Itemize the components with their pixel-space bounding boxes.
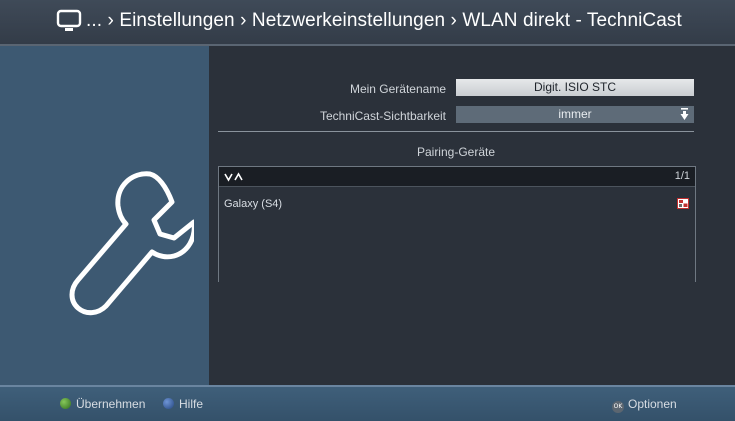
breadcrumb: ... › Einstellungen › Netzwerkeinstellun… — [86, 10, 682, 31]
header-bar: ... › Einstellungen › Netzwerkeinstellun… — [0, 0, 735, 46]
device-name-field[interactable]: Digit. ISIO STC — [456, 79, 694, 96]
pairing-devices-list: 1/1 Galaxy (S4) — [218, 166, 696, 282]
list-item[interactable]: Galaxy (S4) — [219, 194, 695, 214]
blue-key-icon — [163, 398, 174, 409]
page-count: 1/1 — [674, 170, 690, 182]
visibility-label: TechniCast-Sichtbarkeit — [319, 109, 446, 123]
apply-label: Übernehmen — [76, 397, 146, 411]
sort-arrows-icon — [224, 172, 243, 182]
list-item-label: Galaxy (S4) — [224, 198, 283, 210]
device-name-label: Mein Gerätename — [349, 82, 446, 96]
apply-button[interactable]: Übernehmen — [60, 397, 145, 411]
footer-bar: Übernehmen Hilfe OK Optionen — [0, 385, 735, 421]
divider — [218, 131, 694, 132]
pairing-devices-title: Pairing-Geräte — [416, 145, 496, 159]
options-button[interactable]: OK Optionen — [612, 397, 677, 413]
visibility-select[interactable]: immer — [456, 106, 694, 123]
dropdown-arrow-icon — [680, 108, 689, 120]
help-label: Hilfe — [179, 397, 204, 411]
green-key-icon — [60, 398, 71, 409]
list-header: 1/1 — [219, 167, 695, 187]
sidebar-panel — [0, 46, 209, 385]
visibility-value: immer — [558, 107, 592, 121]
help-button[interactable]: Hilfe — [163, 397, 203, 411]
device-icon — [677, 198, 689, 209]
ok-key-icon: OK — [612, 401, 624, 413]
options-label: Optionen — [628, 397, 677, 411]
tv-icon — [56, 9, 82, 31]
wrench-icon — [69, 171, 194, 316]
